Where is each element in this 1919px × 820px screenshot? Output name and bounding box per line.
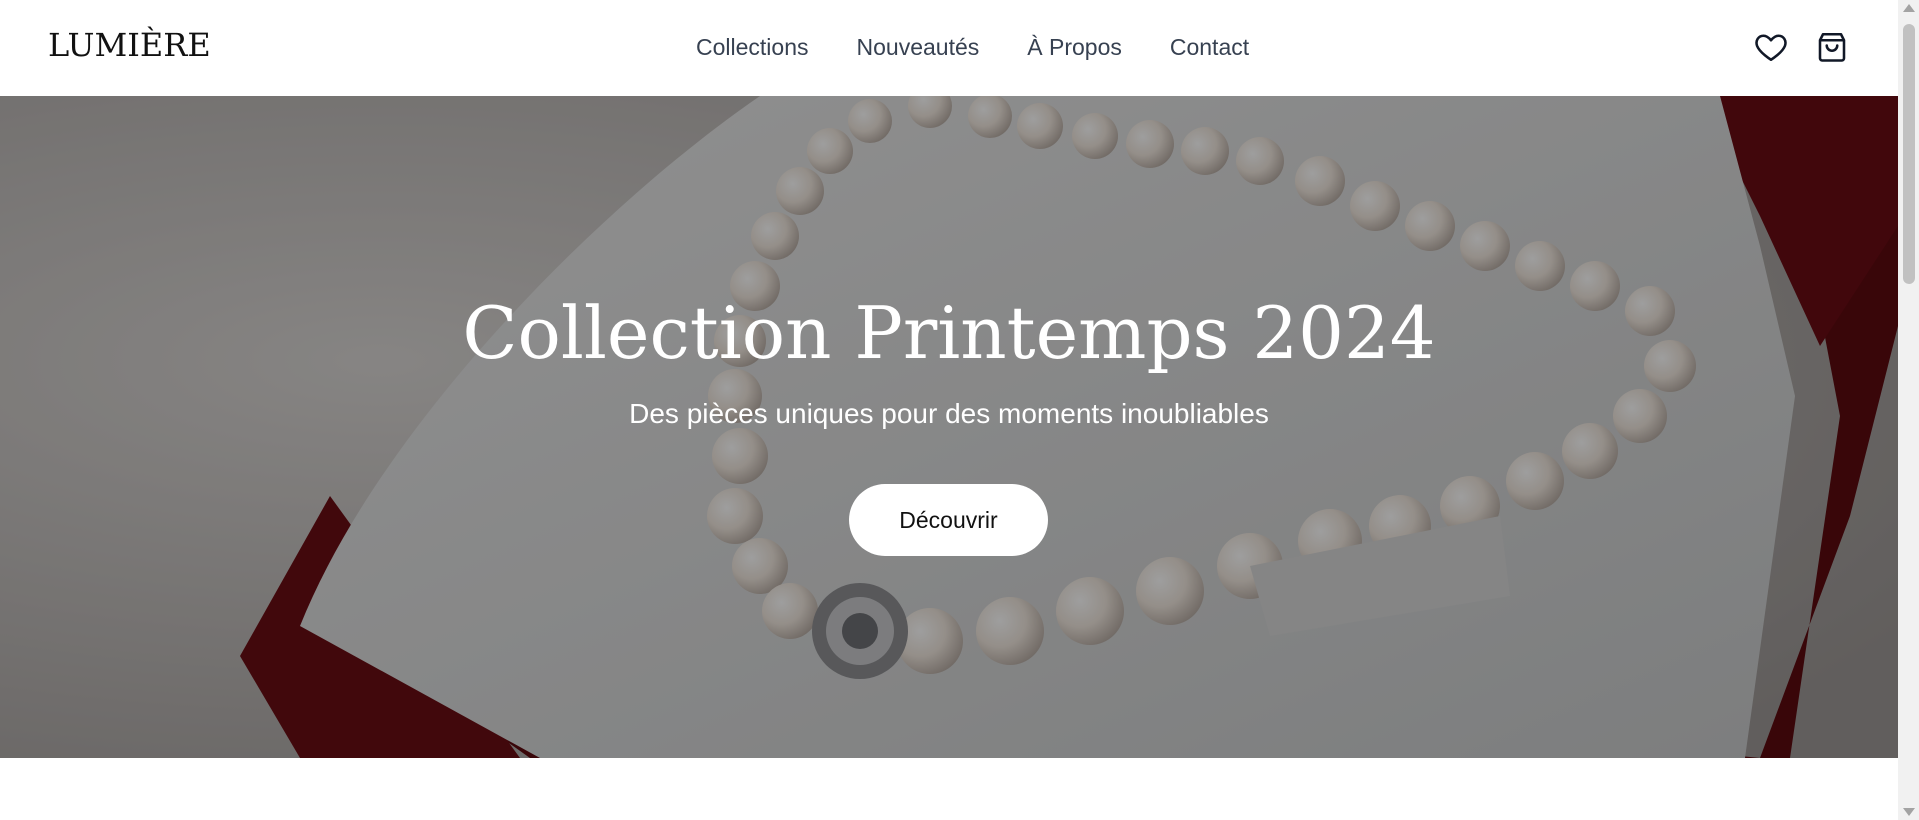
page: LUMIÈRE Collections Nouveautés À Propos … bbox=[0, 0, 1898, 820]
scroll-up-arrow-icon[interactable] bbox=[1903, 4, 1915, 12]
hero-subtitle: Des pièces uniques pour des moments inou… bbox=[629, 398, 1269, 429]
hero-title: Collection Printemps 2024 bbox=[462, 291, 1436, 375]
nav-nouveautes[interactable]: Nouveautés bbox=[857, 34, 980, 61]
hero-banner: Collection Printemps 2024 Des pièces uni… bbox=[0, 96, 1898, 758]
discover-button[interactable]: Découvrir bbox=[849, 484, 1048, 556]
main-nav: Collections Nouveautés À Propos Contact bbox=[696, 34, 1297, 61]
nav-a-propos[interactable]: À Propos bbox=[1027, 34, 1122, 61]
vertical-scrollbar[interactable] bbox=[1898, 0, 1919, 820]
nav-contact[interactable]: Contact bbox=[1170, 34, 1249, 61]
nav-collections[interactable]: Collections bbox=[696, 34, 809, 61]
shopping-bag-icon bbox=[1818, 32, 1846, 62]
wishlist-button[interactable] bbox=[1753, 29, 1789, 65]
scroll-thumb[interactable] bbox=[1903, 24, 1915, 284]
scroll-down-arrow-icon[interactable] bbox=[1903, 808, 1915, 816]
site-header: LUMIÈRE Collections Nouveautés À Propos … bbox=[0, 0, 1898, 96]
heart-icon bbox=[1755, 34, 1787, 62]
logo[interactable]: LUMIÈRE bbox=[48, 26, 211, 64]
cart-button[interactable] bbox=[1814, 29, 1850, 65]
